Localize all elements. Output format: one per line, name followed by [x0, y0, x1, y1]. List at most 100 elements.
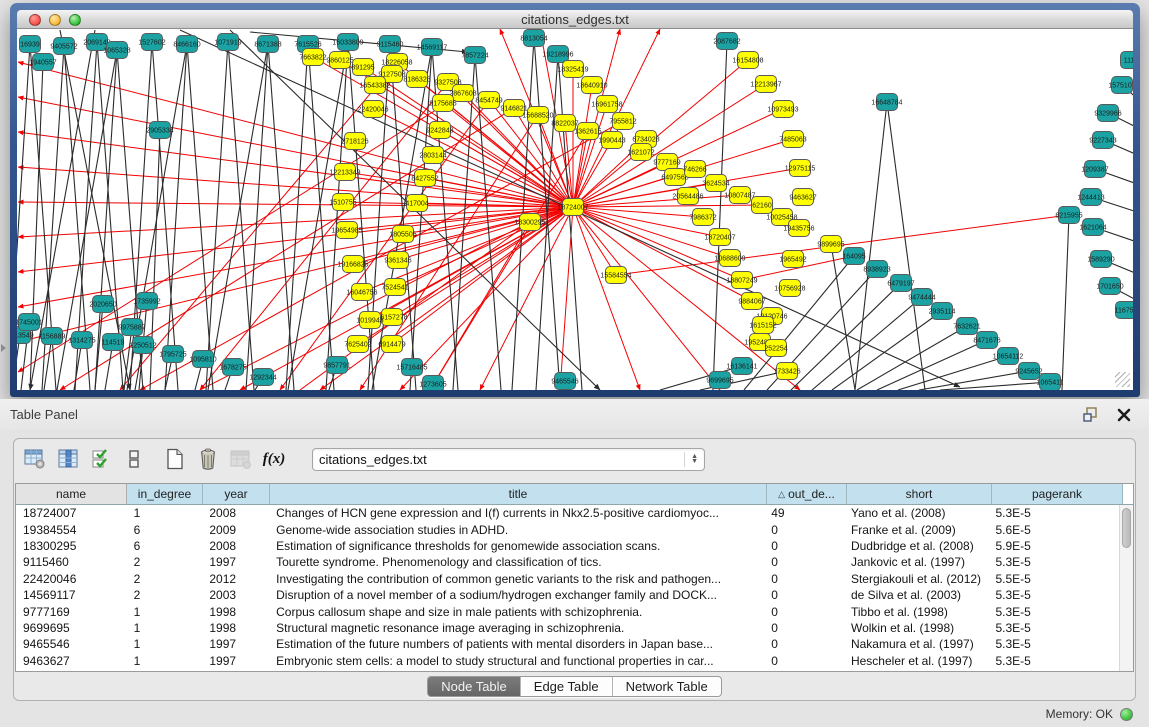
vertical-scrollbar[interactable]	[1119, 505, 1133, 671]
zoom-window-icon[interactable]	[69, 14, 81, 26]
graph-node[interactable]: 1940557	[29, 54, 56, 71]
graph-node[interactable]: 8938923	[863, 261, 890, 278]
graph-node[interactable]: 16136141	[726, 358, 757, 375]
cell-pagerank[interactable]: 5.9E-5	[988, 539, 1119, 553]
cell-title[interactable]: Estimation of the future numbers of pati…	[269, 637, 764, 651]
graph-node[interactable]: 16033809	[332, 34, 363, 51]
cell-name[interactable]: 22420046	[16, 572, 127, 586]
cell-short[interactable]: Hescheler et al. (1997)	[844, 654, 988, 668]
graph-node[interactable]: 8427552	[411, 170, 438, 187]
graph-node[interactable]: 1589290	[1087, 251, 1114, 268]
graph-node[interactable]: 8671388	[254, 36, 281, 53]
graph-node[interactable]: 20564486	[672, 188, 703, 205]
table-row[interactable]: 1872400712008Changes of HCN gene express…	[16, 505, 1119, 521]
cell-year[interactable]: 1997	[202, 654, 269, 668]
cell-title[interactable]: Tourette syndrome. Phenomenology and cla…	[269, 555, 764, 569]
graph-node[interactable]: 15716485	[396, 359, 427, 376]
graph-node[interactable]: 1209387	[1081, 161, 1108, 178]
column-chooser-icon[interactable]	[57, 448, 79, 470]
cell-year[interactable]: 2008	[202, 539, 269, 553]
cell-in_degree[interactable]: 2	[127, 555, 203, 569]
cell-out_degree[interactable]: 0	[764, 621, 844, 635]
graph-node[interactable]: 18325419	[557, 61, 588, 78]
graph-node[interactable]: 8466160	[173, 36, 200, 53]
graph-node[interactable]: 10807487	[724, 187, 755, 204]
table-row[interactable]: 1830029562008Estimation of significance …	[16, 538, 1119, 554]
graph-node[interactable]: 9899695	[817, 236, 844, 253]
graph-node[interactable]: 10654112	[993, 348, 1024, 365]
graph-node[interactable]: 9115460	[377, 36, 404, 53]
graph-node[interactable]: 9463627	[789, 189, 816, 206]
column-header-year[interactable]: year	[203, 484, 270, 504]
cell-pagerank[interactable]: 5.3E-5	[988, 506, 1119, 520]
cell-title[interactable]: Investigating the contribution of common…	[269, 572, 764, 586]
table-settings-icon[interactable]	[24, 448, 46, 470]
graph-node[interactable]: 9699695	[706, 372, 733, 389]
graph-node[interactable]: 1615152	[749, 317, 776, 334]
graph-node[interactable]: 1095810	[189, 351, 216, 368]
cell-name[interactable]: 9699695	[16, 621, 127, 635]
graph-node[interactable]: 6479197	[887, 275, 914, 292]
table-row[interactable]: 911546021997Tourette syndrome. Phenomeno…	[16, 554, 1119, 570]
graph-node[interactable]: 1065411	[1037, 374, 1064, 391]
cell-year[interactable]: 1998	[202, 605, 269, 619]
graph-node[interactable]: 1527602	[138, 34, 165, 51]
graph-node[interactable]: 10688609	[714, 250, 745, 267]
graph-node[interactable]: 10973493	[767, 101, 798, 118]
graph-node[interactable]: 1795725	[159, 346, 186, 363]
graph-node[interactable]: 1244413	[1077, 189, 1104, 206]
float-panel-icon[interactable]	[1079, 404, 1101, 426]
cell-in_degree[interactable]: 2	[127, 572, 203, 586]
graph-node[interactable]: 9777169	[653, 154, 680, 171]
column-header-title[interactable]: title	[270, 484, 767, 504]
splitter-handle[interactable]	[1, 344, 6, 352]
delete-icon[interactable]	[197, 448, 219, 470]
cell-title[interactable]: Changes of HCN gene expression and I(f) …	[269, 506, 764, 520]
cell-out_degree[interactable]: 0	[764, 523, 844, 537]
cell-short[interactable]: Franke et al. (2009)	[844, 523, 988, 537]
graph-node[interactable]: 1575107	[1108, 77, 1133, 94]
graph-node[interactable]: 1071919	[214, 34, 241, 51]
graph-node[interactable]: 746266	[683, 161, 706, 178]
graph-node[interactable]: 252254	[764, 340, 787, 357]
column-header-out_degree[interactable]: △out_de...	[767, 484, 847, 504]
graph-node[interactable]: 9465546	[551, 373, 578, 390]
graph-node[interactable]: 7955812	[609, 113, 636, 130]
tab-edge-table[interactable]: Edge Table	[520, 677, 612, 696]
table-selector-dropdown[interactable]: citations_edges.txt ▲▼	[312, 448, 705, 471]
column-header-short[interactable]: short	[847, 484, 992, 504]
graph-node[interactable]: 891295	[351, 59, 374, 76]
cell-pagerank[interactable]: 5.3E-5	[988, 588, 1119, 602]
new-file-icon[interactable]	[164, 448, 186, 470]
cell-year[interactable]: 2008	[202, 506, 269, 520]
cell-in_degree[interactable]: 6	[127, 539, 203, 553]
graph-node[interactable]: 1112	[1121, 52, 1134, 69]
column-header-pagerank[interactable]: pagerank	[992, 484, 1123, 504]
graph-node[interactable]: 7625402	[344, 336, 371, 353]
graph-node[interactable]: 1735992	[133, 293, 160, 310]
cell-year[interactable]: 2003	[202, 588, 269, 602]
graph-node[interactable]: 1965492	[779, 251, 806, 268]
cell-title[interactable]: Genome-wide association studies in ADHD.	[269, 523, 764, 537]
graph-node[interactable]: 8186328	[403, 71, 430, 88]
table-row[interactable]: 977716911998Corpus callosum shape and si…	[16, 603, 1119, 619]
row-check-icon[interactable]	[90, 448, 112, 470]
graph-node[interactable]: 7663822	[299, 49, 326, 66]
graph-node[interactable]: 8454749	[475, 92, 502, 109]
graph-node[interactable]: 7857224	[461, 47, 488, 64]
graph-node[interactable]: 12213967	[750, 76, 781, 93]
cell-out_degree[interactable]: 0	[764, 588, 844, 602]
citation-graph[interactable]: 16939 9405572 2069140 1065328 1527602 84…	[17, 29, 1133, 390]
cell-short[interactable]: Wolkin et al. (1998)	[844, 621, 988, 635]
graph-node[interactable]: 62160	[752, 197, 773, 214]
rows-icon[interactable]	[123, 448, 145, 470]
graph-node[interactable]: 1510755	[329, 194, 356, 211]
cell-pagerank[interactable]: 5.3E-5	[988, 555, 1119, 569]
graph-node[interactable]: 1156889	[39, 328, 66, 345]
graph-node[interactable]: 114519	[102, 334, 125, 351]
cell-short[interactable]: Yano et al. (2008)	[844, 506, 988, 520]
graph-node[interactable]: 7986372	[689, 209, 716, 226]
cell-in_degree[interactable]: 1	[127, 637, 203, 651]
graph-node[interactable]: 7632621	[953, 318, 980, 335]
cell-short[interactable]: Nakamura et al. (1997)	[844, 637, 988, 651]
